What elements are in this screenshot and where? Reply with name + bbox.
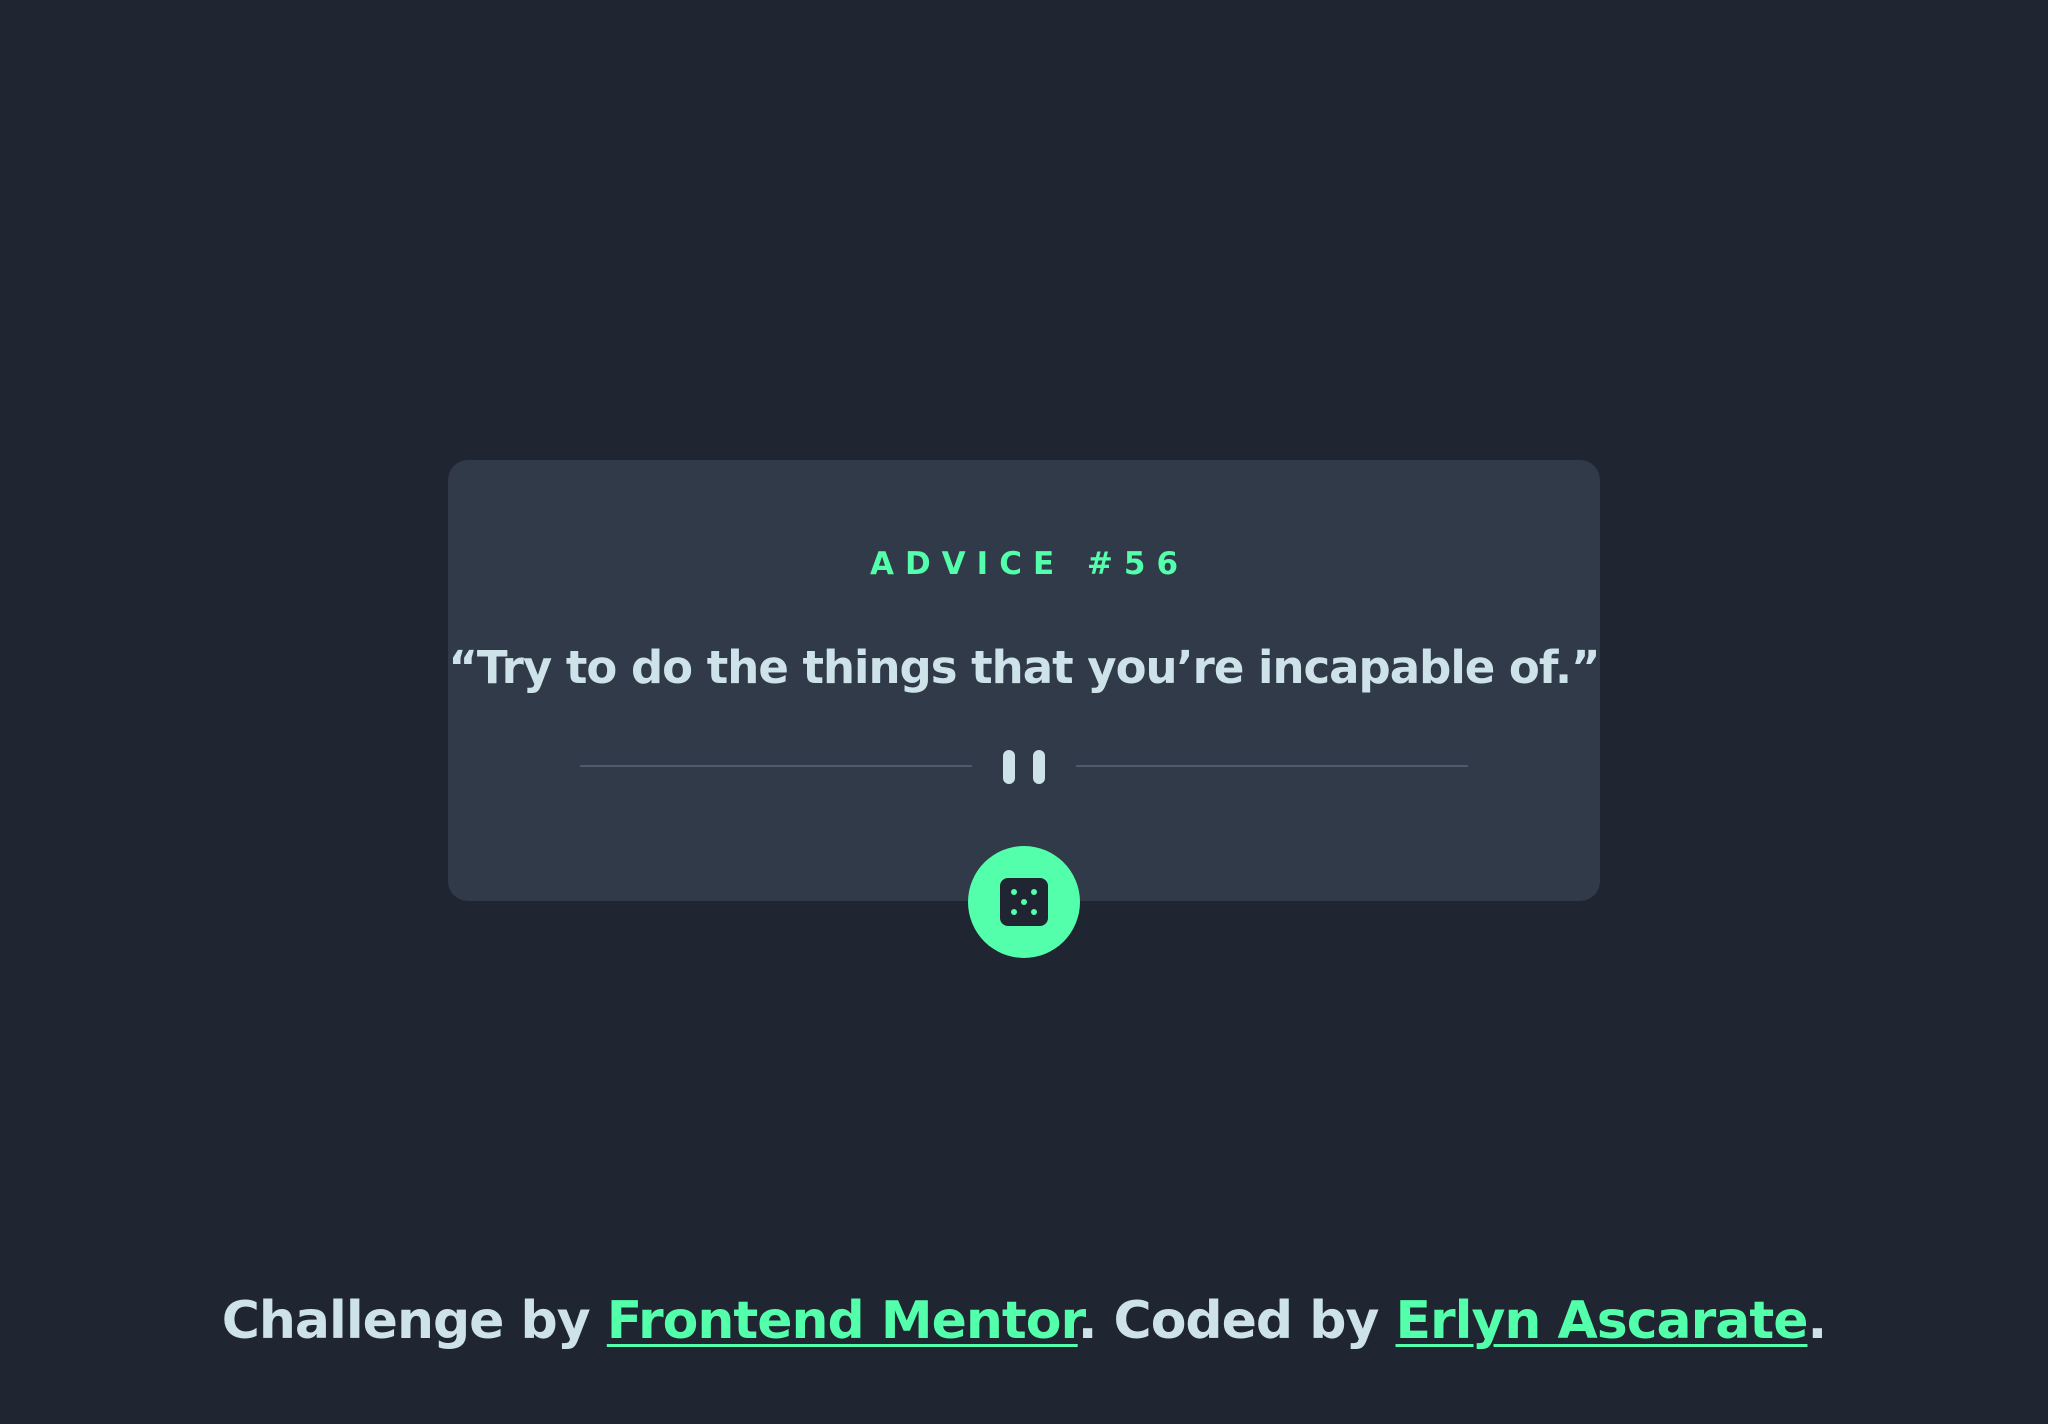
generate-advice-button[interactable] <box>968 846 1080 958</box>
author-link[interactable]: Erlyn Ascarate <box>1395 1291 1808 1351</box>
attribution-middle: . Coded by <box>1077 1291 1396 1351</box>
attribution: Challenge by Frontend Mentor. Coded by E… <box>0 1286 2048 1356</box>
divider-line-right <box>1076 765 1468 767</box>
attribution-prefix: Challenge by <box>221 1291 607 1351</box>
divider-line-left <box>580 765 972 767</box>
advice-quote: “Try to do the things that you’re incapa… <box>448 641 1600 694</box>
frontend-mentor-link[interactable]: Frontend Mentor <box>607 1291 1079 1351</box>
attribution-suffix: . <box>1807 1291 1827 1351</box>
pause-icon <box>1003 750 1045 784</box>
divider <box>580 746 1468 786</box>
dice-icon <box>1000 878 1048 926</box>
advice-id: ADVICE #56 <box>869 546 1190 582</box>
